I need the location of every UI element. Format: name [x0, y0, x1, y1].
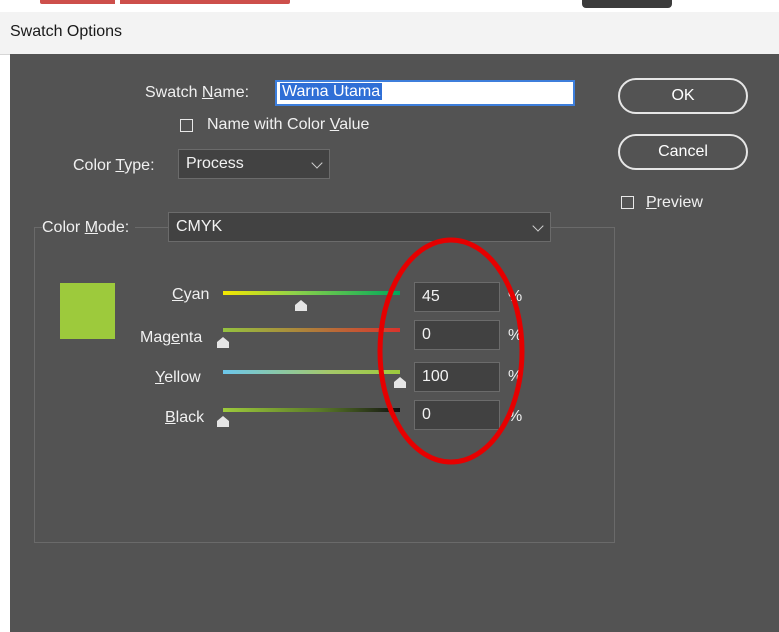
cyan-label: Cyan — [172, 286, 210, 303]
color-type-select[interactable]: Process — [178, 149, 330, 179]
black-slider-track[interactable] — [223, 408, 400, 412]
magenta-label: Magenta — [140, 329, 203, 346]
yellow-label: Yellow — [155, 369, 201, 386]
chevron-down-icon — [532, 220, 544, 232]
color-swatch-preview — [60, 283, 115, 339]
dialog-title: Swatch Options — [10, 23, 123, 40]
background-strip — [0, 0, 779, 12]
preview-label: Preview — [646, 194, 703, 211]
swatch-name-label: Swatch Name: — [145, 84, 250, 101]
color-type-value: Process — [186, 155, 244, 172]
color-mode-value: CMYK — [176, 218, 223, 235]
background-text-fragment — [40, 0, 290, 4]
yellow-slider-track[interactable] — [223, 370, 400, 374]
chevron-down-icon — [311, 157, 323, 169]
magenta-slider-track[interactable] — [223, 328, 400, 332]
swatch-name-value: Warna Utama — [280, 83, 383, 100]
name-with-color-value-label: Name with Color Value — [207, 116, 370, 133]
annotation-ellipse — [377, 237, 525, 465]
preview-checkbox[interactable] — [621, 196, 634, 209]
dialog-titlebar: Swatch Options — [0, 12, 779, 55]
swatch-name-input[interactable]: Warna Utama — [275, 80, 575, 106]
ok-button[interactable]: OK — [618, 78, 748, 114]
cyan-slider-track[interactable] — [223, 291, 400, 295]
name-with-color-value-checkbox[interactable] — [180, 119, 193, 132]
color-mode-label: Color Mode: — [42, 219, 136, 237]
background-element-fragment — [582, 0, 672, 8]
black-label: Black — [165, 409, 205, 426]
color-mode-group — [34, 227, 615, 543]
cancel-button[interactable]: Cancel — [618, 134, 748, 170]
color-type-label: Color Type: — [73, 157, 155, 174]
